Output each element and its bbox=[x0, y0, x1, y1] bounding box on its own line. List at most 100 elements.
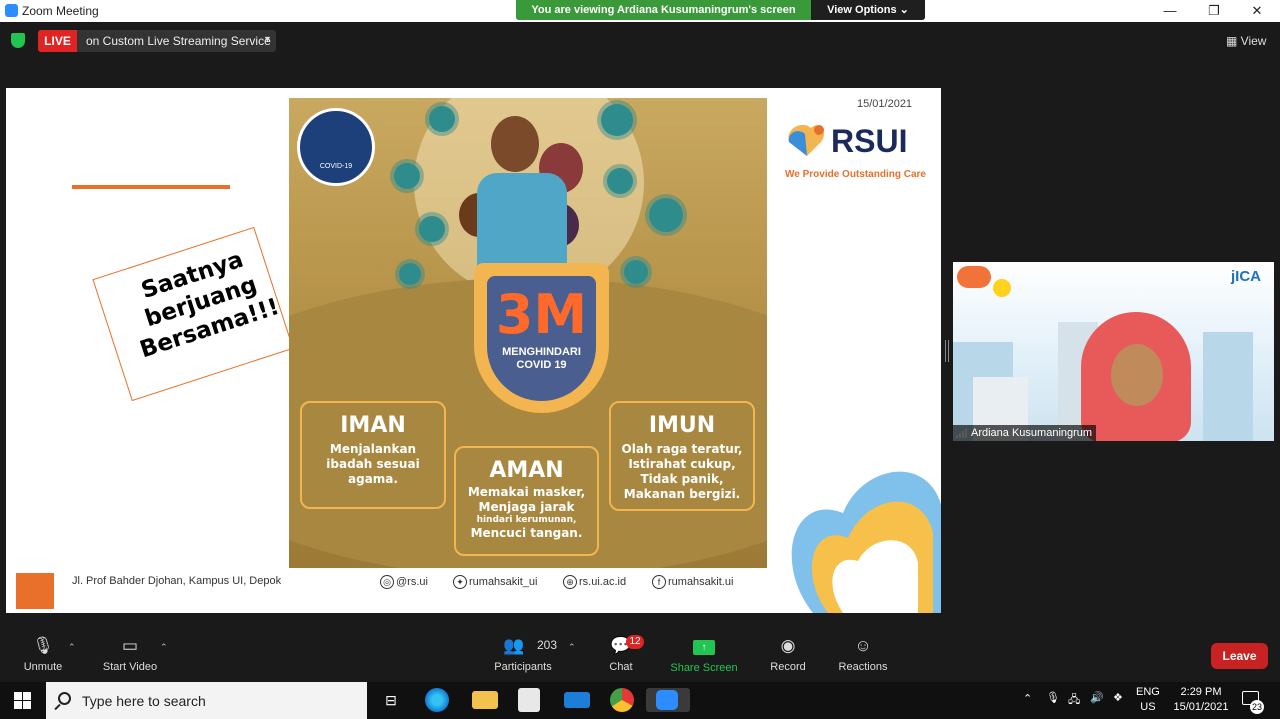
meeting-toolbar: 🎙 Unmute ⌃ ▭ Start Video ⌃ 👥 Participant… bbox=[0, 630, 1280, 682]
live-stream-dropdown[interactable]: LIVE on Custom Live Streaming Service ▼ bbox=[38, 30, 276, 52]
video-options-caret[interactable]: ⌃ bbox=[160, 642, 168, 653]
card-iman-title: IMAN bbox=[340, 413, 406, 438]
website-text: rs.ui.ac.id bbox=[579, 576, 627, 588]
leave-button[interactable]: Leave bbox=[1211, 643, 1268, 669]
family-figure bbox=[491, 116, 539, 172]
facebook-handle: f rumahsakit.ui bbox=[652, 575, 733, 589]
file-explorer-icon[interactable] bbox=[472, 691, 498, 709]
chat-label: Chat bbox=[609, 661, 633, 673]
tray-expand-icon[interactable]: ⌃ bbox=[1023, 692, 1032, 705]
smiley-plus-icon: ☺ bbox=[854, 636, 872, 655]
card-aman-line: hindari kerumunan, bbox=[476, 515, 577, 525]
notification-count: 23 bbox=[1250, 700, 1264, 714]
view-button[interactable]: ▦ View bbox=[1226, 34, 1266, 48]
view-label: View bbox=[1240, 34, 1267, 48]
unmute-button[interactable]: 🎙 Unmute bbox=[20, 636, 66, 673]
card-iman: IMAN Menjalankan ibadah sesuai agama. bbox=[300, 401, 446, 509]
edge-browser-icon[interactable] bbox=[425, 688, 449, 712]
instagram-text: @rs.ui bbox=[396, 576, 428, 588]
minimize-button[interactable]: — bbox=[1160, 2, 1180, 20]
virus-icon bbox=[601, 104, 633, 136]
taskbar-search[interactable] bbox=[46, 682, 367, 719]
view-options-label: View Options bbox=[827, 4, 897, 16]
twitter-icon: ✦ bbox=[453, 575, 467, 589]
heart-decoration bbox=[791, 471, 941, 613]
accent-line bbox=[72, 185, 230, 189]
start-video-label: Start Video bbox=[102, 661, 158, 673]
clock-date: 15/01/2021 bbox=[1173, 701, 1229, 713]
search-icon bbox=[58, 692, 71, 705]
card-aman-title: AMAN bbox=[489, 458, 564, 483]
reactions-button[interactable]: ☺ Reactions bbox=[837, 636, 889, 673]
windows-start-icon[interactable] bbox=[14, 692, 31, 709]
start-video-button[interactable]: ▭ Start Video bbox=[100, 636, 160, 673]
volume-icon[interactable]: 🔊 bbox=[1090, 691, 1104, 704]
window-titlebar: Zoom Meeting You are viewing Ardiana Kus… bbox=[0, 0, 1280, 22]
headline-3m: 3M bbox=[495, 283, 588, 346]
satgas-covid-logo: COVID-19 bbox=[297, 108, 375, 186]
virus-icon bbox=[399, 263, 421, 285]
live-badge: LIVE bbox=[38, 30, 77, 52]
card-imun-line: Olah raga teratur, bbox=[621, 442, 743, 456]
window-title: Zoom Meeting bbox=[22, 4, 99, 18]
reactions-label: Reactions bbox=[838, 661, 888, 673]
maximize-button[interactable]: ❐ bbox=[1204, 2, 1224, 20]
chevron-down-icon: ▼ bbox=[263, 34, 272, 44]
encryption-shield-icon[interactable] bbox=[11, 33, 25, 48]
sun-icon bbox=[993, 279, 1011, 297]
system-clock[interactable]: 2:29 PM 15/01/2021 bbox=[1170, 685, 1232, 715]
grid-icon: ▦ bbox=[1226, 34, 1241, 48]
card-aman: AMAN Memakai masker, Menjaga jarak hinda… bbox=[454, 446, 599, 556]
website-link: ⊕ rs.ui.ac.id bbox=[563, 575, 626, 589]
participants-options-caret[interactable]: ⌃ bbox=[568, 642, 576, 653]
mic-muted-icon: 🎙 bbox=[32, 636, 54, 655]
participant-video[interactable]: jICA Ardiana Kusumaningrum bbox=[953, 262, 1274, 441]
share-screen-button[interactable]: ↑ Share Screen bbox=[670, 636, 738, 674]
zoom-taskbar-icon[interactable] bbox=[646, 688, 690, 712]
footer-square bbox=[16, 573, 54, 609]
windows-taskbar: ⊟ ⌃ 🎙 🖧 🔊 ❖ ENG US 2:29 PM 15/01/2021 23 bbox=[0, 682, 1280, 719]
card-iman-line: agama. bbox=[348, 472, 398, 486]
panel-resize-handle[interactable] bbox=[945, 340, 949, 362]
store-icon[interactable] bbox=[518, 688, 540, 712]
view-options-button[interactable]: View Options ⌄ bbox=[811, 0, 925, 20]
mail-icon[interactable] bbox=[564, 692, 590, 708]
language-code: ENG bbox=[1136, 686, 1160, 698]
virus-icon bbox=[419, 216, 445, 242]
facebook-text: rumahsakit.ui bbox=[668, 576, 734, 588]
zoom-app-icon bbox=[5, 4, 18, 17]
twitter-handle: ✦ rumahsakit_ui bbox=[453, 575, 537, 589]
card-imun: IMUN Olah raga teratur, Istirahat cukup,… bbox=[609, 401, 755, 511]
audio-options-caret[interactable]: ⌃ bbox=[68, 642, 76, 653]
record-label: Record bbox=[770, 661, 806, 673]
record-button[interactable]: ◉ Record bbox=[768, 636, 808, 673]
virus-icon bbox=[429, 106, 455, 132]
twitter-text: rumahsakit_ui bbox=[469, 576, 538, 588]
subtitle-line-1: MENGHINDARI bbox=[502, 346, 581, 358]
subtitle-line-2: COVID 19 bbox=[516, 359, 567, 371]
event-logo bbox=[957, 266, 991, 288]
participant-face bbox=[1111, 344, 1163, 406]
live-service-label: on Custom Live Streaming Service bbox=[86, 34, 271, 48]
virus-icon bbox=[649, 198, 683, 232]
jica-logo: jICA bbox=[1231, 268, 1261, 285]
card-aman-line: Memakai masker, bbox=[467, 485, 586, 499]
video-off-icon: ▭ bbox=[121, 636, 139, 655]
share-screen-icon: ↑ bbox=[693, 640, 715, 655]
rsui-logo: RSUI bbox=[788, 123, 907, 159]
input-language-indicator[interactable]: ENG US bbox=[1136, 685, 1160, 715]
close-button[interactable]: ✕ bbox=[1247, 2, 1267, 20]
network-icon[interactable]: 🖧 bbox=[1068, 691, 1080, 710]
card-imun-line: Istirahat cukup, bbox=[628, 457, 736, 471]
rsui-tagline: We Provide Outstanding Care bbox=[785, 169, 926, 180]
facebook-icon: f bbox=[652, 575, 666, 589]
chrome-icon[interactable] bbox=[610, 688, 634, 712]
task-view-icon[interactable]: ⊟ bbox=[378, 688, 404, 712]
microphone-icon[interactable]: 🎙 bbox=[1046, 691, 1060, 704]
headline-subtitle: MENGHINDARI COVID 19 bbox=[487, 346, 596, 372]
search-input[interactable] bbox=[82, 691, 352, 711]
dropbox-icon[interactable]: ❖ bbox=[1113, 691, 1123, 704]
card-aman-line: Menjaga jarak bbox=[478, 500, 575, 514]
card-iman-line: Menjalankan bbox=[329, 442, 417, 456]
instagram-handle: ◎ @rs.ui bbox=[380, 575, 428, 589]
